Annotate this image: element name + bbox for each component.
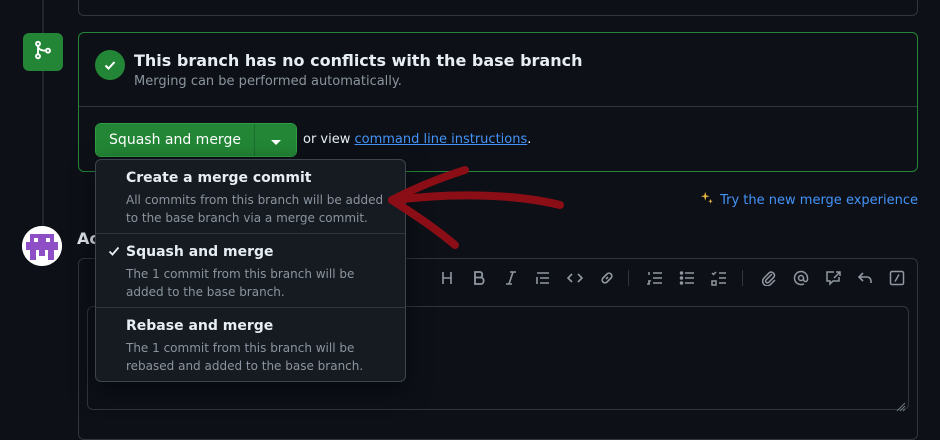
menu-item-title: Create a merge commit: [126, 170, 312, 186]
command-line-suffix: .: [527, 132, 532, 147]
check-circle-icon: [95, 50, 125, 80]
timeline-line: [42, 0, 44, 33]
mention-icon[interactable]: [791, 268, 811, 288]
menu-item-create-merge-commit[interactable]: Create a merge commit All commits from t…: [96, 160, 405, 233]
git-merge-icon: [33, 40, 53, 64]
markdown-toolbar: [360, 262, 916, 294]
merge-status-subtitle: Merging can be performed automatically.: [134, 74, 402, 89]
resize-handle[interactable]: [896, 397, 906, 412]
previous-comment-box: [78, 0, 918, 16]
check-icon: [108, 245, 120, 261]
attach-icon[interactable]: [759, 268, 779, 288]
divider: [79, 106, 917, 107]
code-icon[interactable]: [565, 268, 585, 288]
merge-options-toggle[interactable]: [255, 124, 296, 156]
italic-icon[interactable]: [501, 268, 521, 288]
toolbar-separator: [628, 270, 629, 286]
sparkle-icon: [700, 191, 714, 209]
squash-and-merge-button[interactable]: Squash and merge: [96, 124, 255, 156]
merge-panel: This branch has no conflicts with the ba…: [78, 32, 918, 172]
slash-command-icon[interactable]: [887, 268, 907, 288]
menu-item-description: The 1 commit from this branch will be ad…: [126, 267, 355, 299]
avatar[interactable]: [22, 226, 62, 266]
command-line-prefix: or view: [303, 132, 355, 147]
menu-item-squash-and-merge[interactable]: Squash and merge The 1 commit from this …: [96, 234, 405, 307]
menu-item-description: All commits from this branch will be add…: [126, 193, 384, 225]
task-list-icon[interactable]: [709, 268, 729, 288]
link-icon[interactable]: [597, 268, 617, 288]
heading-icon[interactable]: [437, 268, 457, 288]
git-merge-badge: [23, 33, 63, 71]
menu-item-rebase-and-merge[interactable]: Rebase and merge The 1 commit from this …: [96, 308, 405, 381]
menu-item-title: Rebase and merge: [126, 318, 274, 334]
merge-status-title: This branch has no conflicts with the ba…: [134, 51, 583, 70]
bold-icon[interactable]: [469, 268, 489, 288]
try-new-merge-experience-link[interactable]: Try the new merge experience: [700, 191, 918, 209]
undo-icon[interactable]: [855, 268, 875, 288]
command-line-hint: or view command line instructions.: [303, 132, 531, 147]
menu-item-description: The 1 commit from this branch will be re…: [126, 341, 364, 373]
ordered-list-icon[interactable]: [645, 268, 665, 288]
menu-item-title: Squash and merge: [126, 244, 274, 260]
timeline-line: [42, 71, 44, 226]
merge-options-menu: Create a merge commit All commits from t…: [95, 159, 406, 382]
toolbar-separator: [742, 270, 743, 286]
reference-icon[interactable]: [823, 268, 843, 288]
unordered-list-icon[interactable]: [677, 268, 697, 288]
merge-button-group: Squash and merge: [95, 123, 297, 157]
try-new-merge-label: Try the new merge experience: [720, 192, 918, 208]
quote-icon[interactable]: [533, 268, 553, 288]
caret-down-icon: [270, 131, 281, 150]
command-line-instructions-link[interactable]: command line instructions: [355, 132, 528, 147]
